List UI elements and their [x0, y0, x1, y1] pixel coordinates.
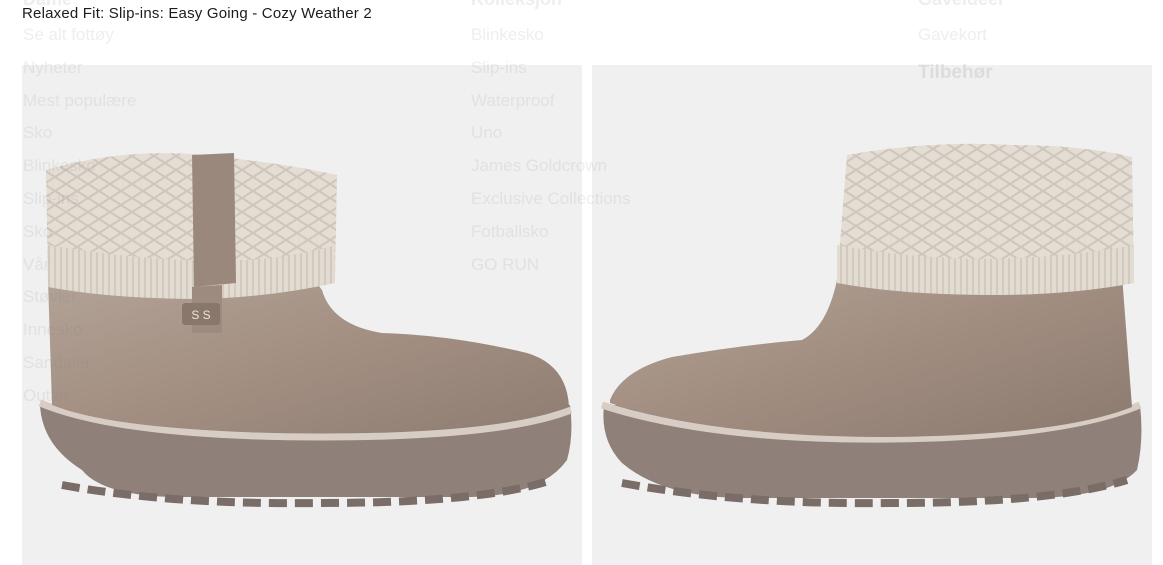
svg-text:S S: S S	[191, 308, 210, 322]
menu-link[interactable]: Støvler	[23, 281, 136, 314]
menu-link[interactable]: Exclusive Collections	[471, 183, 631, 216]
menu-link[interactable]: Waterproof	[471, 85, 631, 118]
menu-heading[interactable]: Gaveideer	[918, 0, 1005, 19]
menu-column-women: Dame Se alt fottøy Nyheter Mest populære…	[23, 0, 136, 413]
menu-link[interactable]: Outlet	[23, 380, 136, 413]
menu-link[interactable]: Nyheter	[23, 52, 136, 85]
menu-column-collection: Kolleksjon Blinkesko Slip-ins Waterproof…	[471, 0, 631, 281]
menu-link[interactable]: Innesko	[23, 314, 136, 347]
menu-link[interactable]: Mest populære	[23, 85, 136, 118]
menu-link[interactable]: Sko	[23, 117, 136, 150]
menu-link[interactable]: Gavekort	[918, 19, 1005, 52]
product-image-right[interactable]	[592, 65, 1152, 565]
menu-link[interactable]: Se alt fottøy	[23, 19, 136, 52]
product-title: Relaxed Fit: Slip-ins: Easy Going - Cozy…	[22, 5, 372, 22]
menu-link[interactable]: GO RUN	[471, 249, 631, 282]
menu-link[interactable]: Blinkesko	[23, 150, 136, 183]
menu-link[interactable]: Blinkesko	[471, 19, 631, 52]
menu-link[interactable]: Slip-ins	[23, 183, 136, 216]
menu-link[interactable]: Sko	[23, 216, 136, 249]
menu-heading[interactable]: Kolleksjon	[471, 0, 631, 19]
menu-link[interactable]: Vår	[23, 249, 136, 282]
boot-side-view-right-icon	[600, 143, 1142, 508]
menu-subheading[interactable]: Tilbehør	[918, 62, 1005, 96]
menu-link[interactable]: Fotballsko	[471, 216, 631, 249]
menu-link[interactable]: James Goldcrown	[471, 150, 631, 183]
menu-link[interactable]: Uno	[471, 117, 631, 150]
menu-link[interactable]: Sandaler	[23, 347, 136, 380]
menu-column-gifts: Gaveideer Gavekort Tilbehør	[918, 0, 1005, 96]
menu-link[interactable]: Slip-ins	[471, 52, 631, 85]
